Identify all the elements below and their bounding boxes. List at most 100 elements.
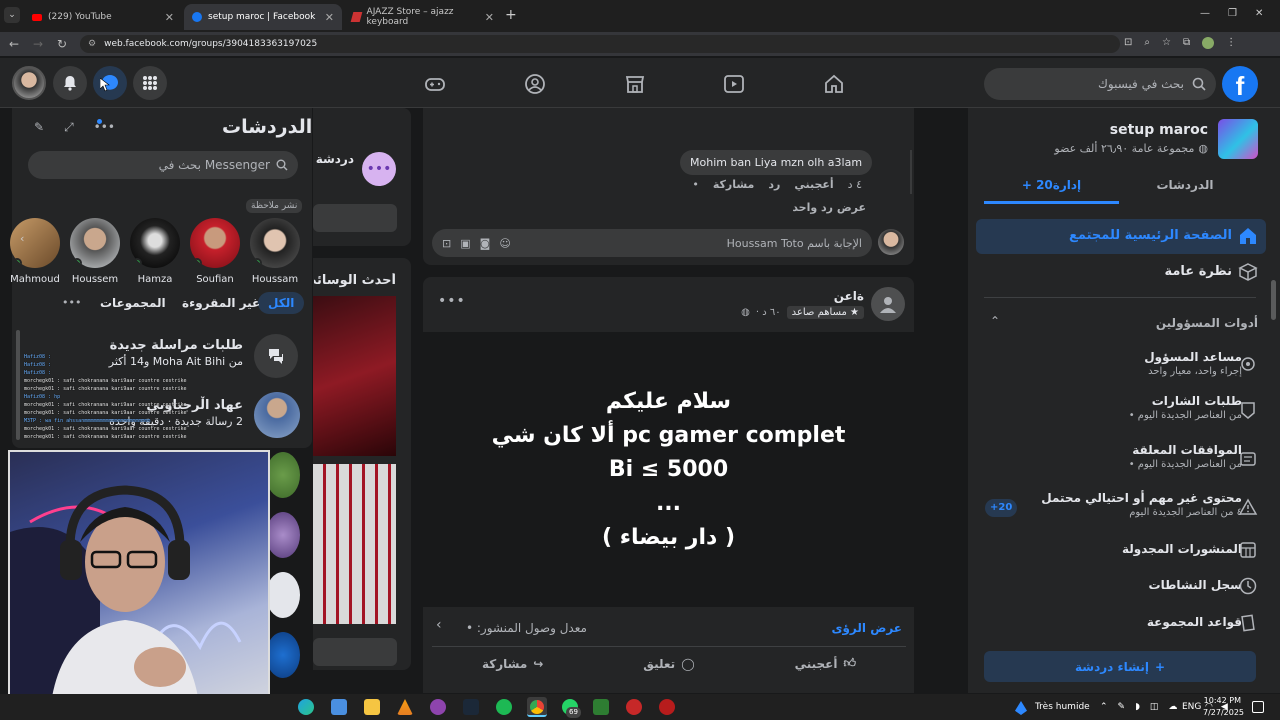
view-one-reply-link[interactable]: عرض رد واحد xyxy=(792,201,866,214)
filter-groups[interactable]: المجموعات xyxy=(100,296,166,310)
filter-more-icon[interactable]: ••• xyxy=(62,296,81,309)
folder-icon[interactable] xyxy=(364,699,380,715)
post-author-avatar[interactable] xyxy=(871,287,905,321)
sticker-icon[interactable]: ⊡ xyxy=(442,237,451,250)
messenger-search-input[interactable]: بحث في Messenger xyxy=(28,151,298,179)
weather-text[interactable]: Très humide xyxy=(1035,702,1090,712)
network-icon[interactable]: ◫ xyxy=(1150,702,1159,712)
media-thumbnail-keyboard[interactable] xyxy=(313,296,396,456)
maximize-icon[interactable]: ❐ xyxy=(1228,8,1237,19)
record-icon[interactable] xyxy=(626,699,642,715)
sidebar-scrollbar[interactable] xyxy=(1271,280,1276,320)
create-chat-button[interactable]: + إنشاء دردشة xyxy=(984,651,1256,682)
contact-avatar[interactable] xyxy=(266,512,300,558)
extensions-icon[interactable]: ⧉ xyxy=(1183,37,1190,49)
post-author-name[interactable]: ةاعن xyxy=(834,289,864,303)
tab-youtube[interactable]: (229) YouTube ✕ xyxy=(24,4,182,30)
tab-search-button[interactable]: ⌄ xyxy=(4,7,20,23)
reply-input[interactable]: الإجابة باسم Houssam Toto ⊡ ▣ ◙ ☺ xyxy=(432,229,872,257)
story-hamza[interactable]: Hamza xyxy=(130,218,180,285)
nvidia-icon[interactable] xyxy=(593,699,609,715)
filter-unread[interactable]: غير المقروءة xyxy=(182,296,260,310)
new-message-icon[interactable]: ✎ xyxy=(34,120,44,135)
profile-icon[interactable] xyxy=(1202,37,1215,49)
menu-icon[interactable]: ⋮ xyxy=(1226,37,1236,49)
pen-icon[interactable]: ✎ xyxy=(1118,702,1126,712)
collapse-chevron-icon[interactable]: ⌃ xyxy=(990,314,1000,328)
edge-icon[interactable] xyxy=(298,699,314,715)
minimize-icon[interactable]: — xyxy=(1200,8,1210,19)
group-name[interactable]: setup maroc xyxy=(1110,122,1208,138)
admin-item-rules[interactable]: قواعد المجموعة xyxy=(1147,615,1242,629)
camera-icon[interactable]: ◙ xyxy=(480,237,491,250)
forward-icon[interactable]: → xyxy=(30,36,46,52)
new-tab-button[interactable]: + xyxy=(505,7,517,23)
cloud-icon[interactable]: ☁ xyxy=(1168,702,1177,712)
tab-chats[interactable]: الدردشات xyxy=(1125,178,1245,192)
nav-item-overview[interactable]: نظرة عامة xyxy=(1164,264,1232,279)
messenger-button[interactable] xyxy=(93,66,127,100)
chevron-left-icon[interactable]: ‹ xyxy=(20,232,24,245)
steam-icon[interactable] xyxy=(463,699,479,715)
spotify-icon[interactable] xyxy=(496,699,512,715)
site-info-icon[interactable]: ⚙ xyxy=(88,39,96,49)
admin-item-badges[interactable]: طلبات الشارات • من العناصر الجديدة اليوم xyxy=(1129,394,1242,421)
close-tab-icon[interactable]: ✕ xyxy=(485,11,494,24)
nav-item-community-home[interactable]: الصفحة الرئيسية للمجتمع xyxy=(1069,228,1232,243)
post-options-icon[interactable]: ••• xyxy=(438,293,466,309)
story-houssam[interactable]: Houssam xyxy=(250,218,300,285)
facebook-logo-icon[interactable]: f xyxy=(1222,66,1258,102)
chrome-icon[interactable] xyxy=(527,697,547,717)
nav-video[interactable] xyxy=(720,70,748,98)
back-icon[interactable]: ← xyxy=(6,36,22,52)
story-soufian[interactable]: Soufian xyxy=(190,218,240,285)
tab-manage[interactable]: إدارة20 + xyxy=(984,178,1119,192)
close-tab-icon[interactable]: ✕ xyxy=(325,11,334,24)
emoji-icon[interactable]: ☺ xyxy=(499,237,510,250)
contact-avatar[interactable] xyxy=(266,572,300,618)
zoom-icon[interactable]: ⌕ xyxy=(1144,37,1150,49)
admin-item-activity[interactable]: سجل النشاطات xyxy=(1149,578,1242,592)
comment-share-link[interactable]: مشاركة xyxy=(713,178,755,191)
comment-like-link[interactable]: أعجبني xyxy=(794,178,833,191)
media-thumbnail-keyboard-red[interactable] xyxy=(313,464,396,624)
nav-groups[interactable] xyxy=(521,70,549,98)
comment-reply-link[interactable]: رد xyxy=(768,178,780,191)
admin-item-approvals[interactable]: الموافقات المعلقة • من العناصر الجديدة ا… xyxy=(1129,443,1242,470)
reload-icon[interactable]: ↻ xyxy=(54,36,70,52)
chevron-up-icon[interactable]: ⌃ xyxy=(1100,702,1108,712)
account-avatar[interactable] xyxy=(12,66,46,100)
address-bar[interactable]: ⚙ web.facebook.com/groups/39041833631970… xyxy=(80,35,1120,53)
story-mahmoud[interactable]: Mahmoud xyxy=(10,218,60,285)
contact-avatar[interactable] xyxy=(266,632,300,678)
close-tab-icon[interactable]: ✕ xyxy=(165,11,174,24)
tab-ajazz[interactable]: AJAZZ Store – ajazz keyboard ✕ xyxy=(344,4,502,30)
obs-icon[interactable] xyxy=(430,699,446,715)
gif-icon[interactable]: ▣ xyxy=(460,237,470,250)
expand-icon[interactable]: ⤢ xyxy=(64,120,74,135)
nav-home[interactable] xyxy=(820,70,848,98)
tab-facebook[interactable]: setup maroc | Facebook ✕ xyxy=(184,4,342,30)
share-button[interactable]: ↪ مشاركة xyxy=(482,656,543,671)
app-icon[interactable] xyxy=(659,699,675,715)
filter-all[interactable]: الكل xyxy=(258,292,305,314)
view-insights-link[interactable]: عرض الرؤى xyxy=(831,621,902,635)
close-window-icon[interactable]: ✕ xyxy=(1255,8,1263,19)
contact-avatar[interactable] xyxy=(266,452,300,498)
clock-date[interactable]: 7/27/2025 xyxy=(1203,708,1244,717)
admin-item-assistant[interactable]: مساعد المسؤول إجراء واحد، معيار واحد xyxy=(1144,350,1242,377)
story-houssem[interactable]: Houssem xyxy=(70,218,120,285)
clock-time[interactable]: 10:42 PM xyxy=(1203,696,1241,705)
messenger-scrollbar[interactable] xyxy=(16,330,20,440)
facebook-search-input[interactable]: بحث في فيسبوك xyxy=(984,68,1216,100)
nav-gaming[interactable] xyxy=(421,70,449,98)
language-indicator[interactable]: ENG xyxy=(1182,702,1201,712)
notifications-button[interactable] xyxy=(53,66,87,100)
group-cover-thumbnail[interactable] xyxy=(1218,119,1258,159)
like-button[interactable]: 👍︎ أعجبني xyxy=(795,656,856,671)
admin-item-scheduled[interactable]: المنشورات المجدولة xyxy=(1122,542,1242,556)
admin-item-spam[interactable]: محتوى غير مهم أو احتيالي محتمل ٤ من العن… xyxy=(1041,491,1242,518)
star-icon[interactable]: ☆ xyxy=(1162,37,1171,49)
menu-button[interactable] xyxy=(133,66,167,100)
notification-center-icon[interactable] xyxy=(1252,701,1264,713)
